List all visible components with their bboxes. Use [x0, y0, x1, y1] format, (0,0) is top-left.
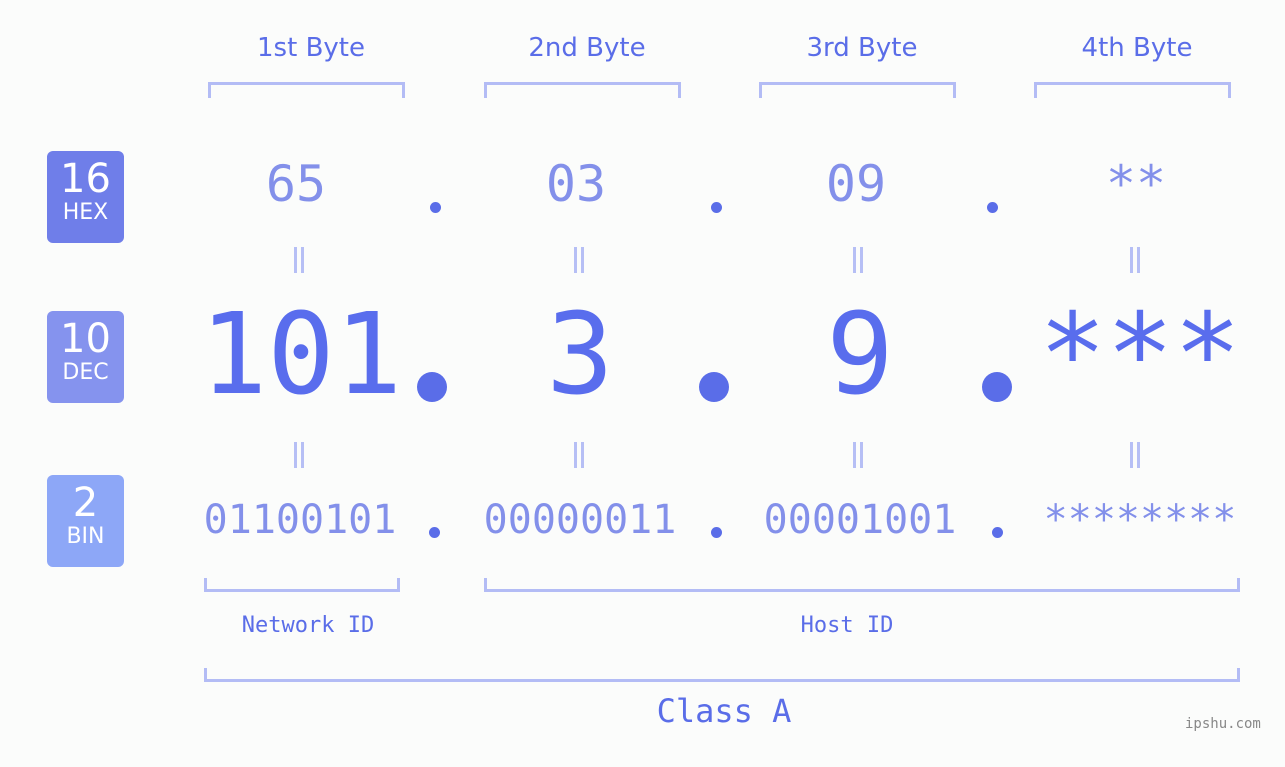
byte-header-2: 2nd Byte — [528, 33, 646, 63]
equals-icon — [851, 247, 865, 273]
network-id-bracket — [204, 578, 400, 592]
dec-byte-1: 101 — [199, 290, 403, 420]
hex-separator-dot — [711, 202, 722, 213]
dec-separator-dot — [699, 372, 729, 402]
hex-separator-dot — [430, 202, 441, 213]
equals-icon — [292, 247, 306, 273]
byte-header-1: 1st Byte — [257, 33, 365, 63]
bin-byte-2: 00000011 — [483, 497, 677, 543]
equals-icon — [1128, 442, 1142, 468]
bin-byte-3: 00001001 — [763, 497, 957, 543]
equals-icon — [1128, 247, 1142, 273]
byte-bracket-1 — [208, 82, 405, 98]
dec-byte-2: 3 — [546, 290, 614, 420]
class-label: Class A — [656, 692, 792, 730]
hex-byte-1: 65 — [265, 155, 327, 213]
bin-badge-label: BIN — [66, 524, 105, 549]
network-id-label: Network ID — [241, 613, 375, 638]
hex-byte-3: 09 — [825, 155, 887, 213]
equals-icon — [572, 442, 586, 468]
equals-icon — [572, 247, 586, 273]
bin-byte-4: ******** — [1043, 497, 1237, 543]
hex-byte-2: 03 — [545, 155, 607, 213]
hex-separator-dot — [987, 202, 998, 213]
hex-badge-base: 16 — [60, 156, 111, 202]
byte-bracket-3 — [759, 82, 956, 98]
bin-byte-1: 01100101 — [203, 497, 397, 543]
byte-bracket-2 — [484, 82, 681, 98]
watermark: ipshu.com — [1185, 716, 1261, 732]
host-id-label: Host ID — [800, 613, 894, 638]
bin-separator-dot — [992, 527, 1003, 538]
byte-bracket-4 — [1034, 82, 1231, 98]
bin-badge: 2 BIN — [47, 475, 124, 567]
dec-byte-4: *** — [1038, 290, 1242, 420]
hex-badge-label: HEX — [62, 200, 109, 225]
dec-badge-label: DEC — [62, 360, 109, 385]
equals-icon — [851, 442, 865, 468]
byte-header-3: 3rd Byte — [806, 33, 918, 63]
class-bracket — [204, 668, 1240, 682]
dec-separator-dot — [417, 372, 447, 402]
dec-badge-base: 10 — [60, 316, 111, 362]
dec-byte-3: 9 — [826, 290, 894, 420]
hex-byte-4: ** — [1105, 155, 1167, 213]
byte-header-4: 4th Byte — [1081, 33, 1193, 63]
bin-separator-dot — [711, 527, 722, 538]
equals-icon — [292, 442, 306, 468]
bin-badge-base: 2 — [72, 480, 99, 526]
hex-badge: 16 HEX — [47, 151, 124, 243]
bin-separator-dot — [429, 527, 440, 538]
dec-separator-dot — [982, 372, 1012, 402]
host-id-bracket — [484, 578, 1240, 592]
dec-badge: 10 DEC — [47, 311, 124, 403]
